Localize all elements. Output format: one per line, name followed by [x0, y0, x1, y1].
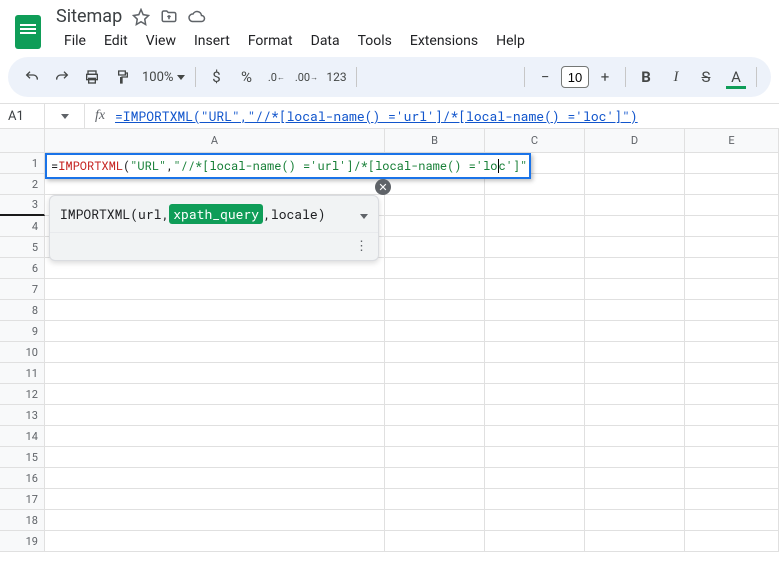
spreadsheet-grid: 1 2 3 4 5 6 7 8 9 10 11 12 13 14 15 16 1… [0, 153, 779, 552]
row-header[interactable]: 5 [0, 237, 45, 258]
row-header[interactable]: 18 [0, 510, 45, 531]
row-header[interactable]: 12 [0, 384, 45, 405]
name-box-dropdown[interactable] [45, 104, 85, 128]
redo-button[interactable] [48, 63, 76, 91]
bold-button[interactable]: B [632, 63, 660, 91]
italic-button[interactable]: I [662, 63, 690, 91]
row-header[interactable]: 10 [0, 342, 45, 363]
row-header[interactable]: 4 [0, 216, 45, 237]
hint-expand-icon[interactable] [360, 205, 368, 223]
paint-format-button[interactable] [108, 63, 136, 91]
cells-area[interactable]: =IMPORTXML("URL","//*[local-name() ='url… [45, 153, 779, 552]
row-header[interactable]: 14 [0, 426, 45, 447]
increase-decimal-button[interactable]: .00→ [292, 63, 320, 91]
row-header[interactable]: 1 [0, 153, 45, 174]
menu-edit[interactable]: Edit [96, 29, 136, 53]
formula-hint-popup: IMPORTXML(url, xpath_query, locale) ⋮ [49, 195, 379, 261]
menu-insert[interactable]: Insert [186, 29, 238, 53]
menu-file[interactable]: File [56, 29, 94, 53]
zoom-dropdown[interactable]: 100% [138, 70, 189, 85]
row-header[interactable]: 17 [0, 489, 45, 510]
toolbar: 100% $ % .0← .00→ 123 − + B I S A [8, 57, 771, 97]
row-header[interactable]: 3 [0, 195, 45, 216]
print-button[interactable] [78, 63, 106, 91]
row-header[interactable]: 6 [0, 258, 45, 279]
font-size-increase[interactable]: + [591, 63, 619, 91]
currency-button[interactable]: $ [202, 63, 230, 91]
menu-help[interactable]: Help [488, 29, 533, 53]
row-header[interactable]: 16 [0, 468, 45, 489]
menu-view[interactable]: View [138, 29, 184, 53]
fx-icon: fx [85, 108, 115, 124]
cloud-status-icon[interactable] [188, 8, 206, 26]
active-cell-editor[interactable]: =IMPORTXML("URL","//*[local-name() ='url… [45, 153, 531, 179]
menu-data[interactable]: Data [303, 29, 348, 53]
column-header-d[interactable]: D [585, 129, 685, 153]
menu-bar: File Edit View Insert Format Data Tools … [56, 27, 533, 57]
move-folder-icon[interactable] [160, 8, 178, 26]
formula-hint-signature: IMPORTXML(url, xpath_query, locale) [50, 196, 378, 232]
close-hint-icon[interactable]: ✕ [375, 179, 391, 195]
menu-format[interactable]: Format [240, 29, 301, 53]
decrease-decimal-button[interactable]: .0← [262, 63, 290, 91]
more-formats-button[interactable]: 123 [322, 63, 350, 91]
sheets-logo[interactable] [8, 12, 48, 52]
row-header[interactable]: 19 [0, 531, 45, 552]
font-size-control: − + [531, 63, 619, 91]
active-argument: xpath_query [169, 204, 263, 224]
text-color-button[interactable]: A [722, 63, 750, 91]
chevron-down-icon [61, 114, 69, 119]
row-header[interactable]: 2 [0, 174, 45, 195]
formula-input[interactable]: =IMPORTXML("URL","//*[local-name() ='url… [115, 107, 638, 125]
formula-bar: A1 fx =IMPORTXML("URL","//*[local-name()… [0, 103, 779, 129]
chevron-down-icon [177, 75, 185, 80]
select-all-corner[interactable] [0, 129, 45, 153]
name-box[interactable]: A1 [0, 104, 45, 128]
menu-extensions[interactable]: Extensions [402, 29, 486, 53]
document-title[interactable]: Sitemap [56, 6, 122, 27]
column-header-e[interactable]: E [685, 129, 779, 153]
hint-more-button[interactable]: ⋮ [50, 232, 378, 260]
row-headers: 1 2 3 4 5 6 7 8 9 10 11 12 13 14 15 16 1… [0, 153, 45, 552]
row-header[interactable]: 9 [0, 321, 45, 342]
title-bar: Sitemap File Edit View Insert Format Dat… [0, 0, 779, 57]
row-header[interactable]: 8 [0, 300, 45, 321]
column-headers: A B C D E [0, 129, 779, 153]
menu-tools[interactable]: Tools [350, 29, 400, 53]
column-header-b[interactable]: B [385, 129, 485, 153]
percent-button[interactable]: % [232, 63, 260, 91]
row-header[interactable]: 13 [0, 405, 45, 426]
undo-button[interactable] [18, 63, 46, 91]
column-header-c[interactable]: C [485, 129, 585, 153]
chevron-down-icon [360, 214, 368, 219]
font-size-input[interactable] [561, 66, 589, 88]
star-icon[interactable] [132, 8, 150, 26]
column-header-a[interactable]: A [45, 129, 385, 153]
row-header[interactable]: 11 [0, 363, 45, 384]
row-header[interactable]: 15 [0, 447, 45, 468]
row-header[interactable]: 7 [0, 279, 45, 300]
strikethrough-button[interactable]: S [692, 63, 720, 91]
font-size-decrease[interactable]: − [531, 63, 559, 91]
